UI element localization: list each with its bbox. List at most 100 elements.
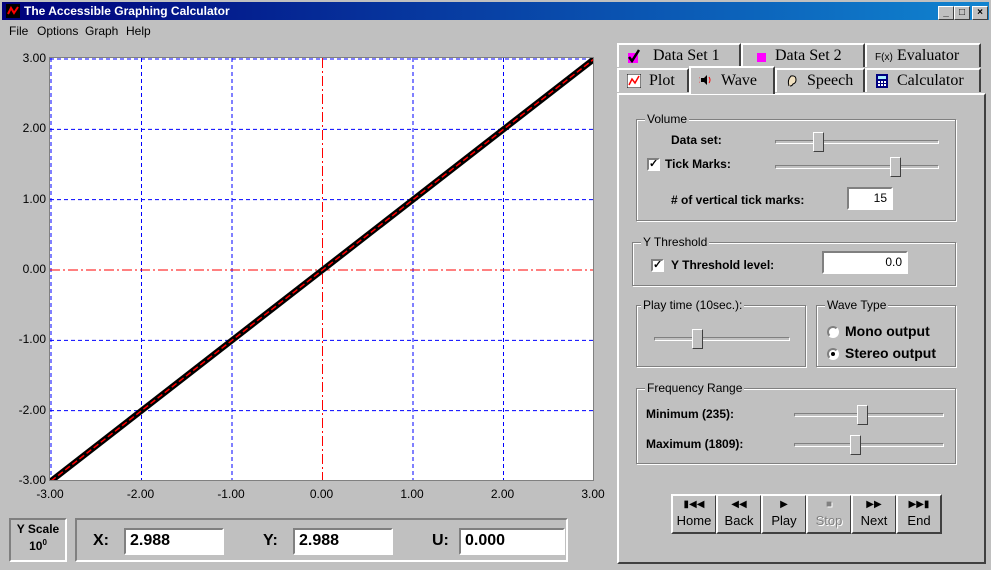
y-tick-label: 1.00	[22, 191, 46, 206]
y-threshold-group-title: Y Threshold	[641, 235, 710, 249]
checkmark-icon	[628, 49, 641, 63]
maximize-button[interactable]: □	[954, 6, 970, 20]
magenta-square-icon	[757, 53, 766, 62]
wave-type-group: Wave Type Mono output Stereo output	[816, 298, 956, 367]
home-button-label: Home	[676, 513, 712, 528]
tab-speech[interactable]: Speech	[775, 68, 865, 92]
skip-back-icon: ▮◀◀	[683, 499, 705, 510]
play-time-group: Play time (10sec.):	[636, 298, 806, 367]
wave-type-group-title: Wave Type	[825, 298, 889, 312]
app-icon	[6, 4, 20, 18]
tab-speech-label: Speech	[807, 72, 854, 89]
stop-icon: ■	[825, 499, 833, 510]
vertical-ticks-field[interactable]: 15	[847, 187, 893, 210]
x-tick-label: -2.00	[126, 487, 155, 501]
u-readout-label: U:	[432, 532, 449, 549]
app-window: The Accessible Graphing Calculator _ □ ×…	[0, 0, 991, 570]
menu-help[interactable]: Help	[126, 24, 151, 38]
y-threshold-group: Y Threshold ✓ Y Threshold level: 0.0	[632, 235, 956, 286]
play-button[interactable]: ▶ Play	[761, 494, 807, 534]
menu-file[interactable]: File	[9, 24, 28, 38]
frequency-max-track	[794, 443, 944, 447]
play-time-group-title: Play time (10sec.):	[641, 298, 745, 312]
next-button[interactable]: ▶▶ Next	[851, 494, 897, 534]
frequency-min-label: Minimum (235):	[646, 407, 735, 421]
x-tick-label: 3.00	[581, 487, 605, 501]
stop-button[interactable]: ■ Stop	[806, 494, 852, 534]
tick-marks-volume-track	[775, 165, 939, 169]
x-readout-field[interactable]: 2.988	[124, 528, 224, 555]
back-button[interactable]: ◀◀ Back	[716, 494, 762, 534]
plot-icon	[627, 74, 641, 88]
ear-icon	[787, 75, 797, 87]
y-tick-label: 2.00	[22, 121, 46, 136]
tab-data-set-1-label: Data Set 1	[653, 47, 720, 64]
tick-marks-checkbox[interactable]: ✓	[647, 158, 660, 171]
x-tick-label: -1.00	[217, 487, 245, 501]
volume-group-title: Volume	[645, 112, 690, 126]
x-tick-label: 0.00	[309, 487, 334, 501]
close-button[interactable]: ×	[972, 6, 988, 20]
home-button[interactable]: ▮◀◀ Home	[671, 494, 717, 534]
x-tick-label: 1.00	[400, 487, 424, 501]
tab-data-set-1[interactable]: Data Set 1	[617, 43, 741, 67]
frequency-range-group-title: Frequency Range	[645, 381, 745, 395]
y-tick-label: -3.00	[18, 473, 46, 487]
y-readout-label: Y:	[263, 532, 278, 549]
volume-group: Volume Data set: ✓ Tick Marks: # of vert…	[636, 112, 956, 221]
end-button-label: End	[907, 513, 931, 528]
function-icon: F(x)	[875, 52, 893, 63]
tab-calculator-label: Calculator	[897, 72, 964, 89]
y-threshold-checkbox[interactable]: ✓	[651, 259, 664, 272]
tab-evaluator[interactable]: F(x) Evaluator	[865, 43, 981, 67]
x-tick-label: 2.00	[490, 487, 515, 501]
coordinate-readout: X: 2.988 Y: 2.988 U: 0.000	[75, 518, 568, 562]
window-title: The Accessible Graphing Calculator	[24, 4, 230, 18]
data-set-volume-label: Data set:	[671, 133, 722, 147]
mono-output-radio[interactable]	[827, 326, 839, 338]
y-tick-label: 0.00	[22, 262, 46, 276]
stop-button-label: Stop	[815, 513, 843, 528]
y-readout-field[interactable]: 2.988	[293, 528, 393, 555]
play-time-track	[654, 337, 790, 341]
frequency-max-label: Maximum (1809):	[646, 437, 744, 451]
tab-evaluator-label: Evaluator	[897, 47, 960, 64]
tab-plot[interactable]: Plot	[617, 68, 689, 92]
tab-data-set-2[interactable]: Data Set 2	[741, 43, 865, 67]
play-button-label: Play	[771, 513, 797, 528]
mono-output-label: Mono output	[845, 323, 930, 339]
minimize-button[interactable]: _	[938, 6, 954, 20]
x-tick-label: -3.00	[36, 487, 64, 501]
vertical-ticks-label: # of vertical tick marks:	[671, 193, 805, 207]
y-scale-base: 10	[29, 539, 43, 553]
menu-graph[interactable]: Graph	[85, 24, 118, 38]
graph-plot-area[interactable]	[49, 57, 594, 481]
u-readout-field[interactable]: 0.000	[459, 528, 565, 555]
frequency-max-slider[interactable]	[849, 435, 861, 455]
play-icon: ▶	[780, 499, 788, 510]
play-time-slider[interactable]	[691, 329, 703, 349]
frequency-min-slider[interactable]	[856, 405, 868, 425]
x-readout-label: X:	[93, 532, 109, 549]
stereo-output-label: Stereo output	[845, 345, 936, 361]
frequency-range-group: Frequency Range Minimum (235): Maximum (…	[636, 381, 956, 464]
graph-svg	[50, 58, 593, 480]
end-button[interactable]: ▶▶▮ End	[896, 494, 942, 534]
y-tick-label: 3.00	[22, 51, 46, 65]
calculator-icon	[876, 74, 888, 88]
data-set-volume-track	[775, 140, 939, 144]
data-set-volume-slider[interactable]	[813, 132, 825, 152]
fast-forward-icon: ▶▶	[866, 499, 882, 510]
skip-forward-icon: ▶▶▮	[908, 499, 930, 510]
tab-data-set-2-label: Data Set 2	[775, 47, 842, 64]
tab-wave[interactable]: Wave	[689, 66, 775, 94]
tab-plot-label: Plot	[649, 72, 675, 89]
tab-calculator[interactable]: Calculator	[865, 68, 981, 92]
y-threshold-field[interactable]: 0.0	[822, 251, 908, 274]
rewind-icon: ◀◀	[731, 499, 747, 510]
menu-options[interactable]: Options	[37, 24, 78, 38]
tab-wave-label: Wave	[721, 72, 758, 89]
tick-marks-volume-slider[interactable]	[889, 157, 901, 177]
y-scale-box: Y Scale 100	[9, 518, 67, 562]
stereo-output-radio[interactable]	[827, 348, 839, 360]
